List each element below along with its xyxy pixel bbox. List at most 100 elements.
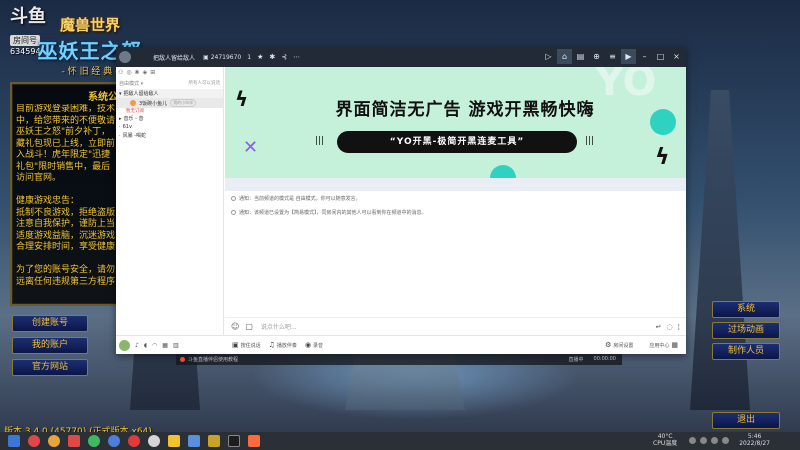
layout-icon[interactable]: ▦ — [162, 342, 168, 349]
channel-main-label: 把敌人留给敌人 — [123, 91, 159, 97]
banner-tagline: “YO开黑-极简开黑连麦工具” — [337, 131, 577, 153]
mic-icon[interactable]: ♪ — [135, 342, 139, 349]
app-icon-dark[interactable] — [228, 435, 240, 447]
client-titlebar[interactable]: 把敌人留给敌人 ▣ 24719670 1 ★ ✱ ⊰ ⋯ ▷ ⌂ ▤ ⊕ ≡ ▶… — [116, 47, 686, 67]
voice-client-window[interactable]: 把敌人留给敌人 ▣ 24719670 1 ★ ✱ ⊰ ⋯ ▷ ⌂ ▤ ⊕ ≡ ▶… — [116, 47, 686, 354]
folder-icon[interactable] — [168, 435, 180, 447]
channel-main[interactable]: ▾ 把敌人留给敌人 — [116, 89, 223, 98]
user-avatar — [130, 100, 136, 106]
ice-tower-right — [690, 90, 750, 410]
accompaniment-toggle[interactable]: ♫ 播放伴奏 — [269, 341, 297, 349]
volume-icon[interactable] — [711, 436, 719, 444]
channel-4[interactable]: · 风暴 -喝蛇 — [116, 131, 223, 140]
self-avatar[interactable] — [119, 339, 130, 351]
channel-3[interactable]: · 61v — [116, 123, 223, 131]
pin-icon[interactable]: ¦ — [678, 323, 680, 331]
user-icon[interactable]: ⚇ — [118, 69, 123, 76]
announcement-panel[interactable]: 系统公 目前游戏登录困难，技术 中，给您带来的不便敬请 巫妖王之怒"前夕补丁， … — [10, 82, 122, 306]
status-timer: 00:00:00 — [593, 356, 616, 362]
chevron-up-icon[interactable] — [689, 436, 697, 444]
app-icon-white[interactable] — [148, 435, 160, 447]
gift-icon[interactable]: ❀ — [135, 69, 140, 76]
room-avatar[interactable] — [119, 51, 131, 63]
app-icon-douyu[interactable] — [68, 435, 80, 447]
my-account-button[interactable]: 我的账户 — [12, 337, 88, 354]
app-icon-orange2[interactable] — [248, 435, 260, 447]
music-icon: ♫ — [268, 341, 275, 349]
window-controls: ▷ ⌂ ▤ ⊕ ≡ ▶ – □ × — [541, 49, 684, 64]
status-left-text[interactable]: 斗鱼直播伴侣使用教程 — [188, 356, 238, 363]
client-room-id-group: ▣ 24719670 — [203, 54, 241, 61]
more-icon[interactable]: ⋯ — [293, 53, 300, 61]
app-icon-orange[interactable] — [48, 435, 60, 447]
system-message: 通知：当前频道的模式是 自由模式，你可以随意发言。 — [225, 191, 686, 205]
credits-button[interactable]: 制作人员 — [712, 343, 780, 360]
listen-label: 播放伴奏 — [276, 342, 297, 349]
ime-icon[interactable] — [722, 436, 730, 444]
mode-hint: 所有人可以说话 — [188, 81, 221, 86]
app-icon-blue[interactable] — [108, 435, 120, 447]
record-label: 录音 — [313, 342, 324, 349]
system-button[interactable]: 系统 — [712, 301, 780, 318]
apply-label: 应用中心 — [649, 342, 670, 349]
taskbar: 40°C CPU温度 5:46 2022/8/27 — [0, 432, 800, 450]
cinematics-button[interactable]: 过场动画 — [712, 322, 780, 339]
promo-banner[interactable]: YO ϟ ϟ ✕ 界面简洁无广告 游戏开黑畅快嗨 ||| “YO开黑-极简开黑连… — [225, 67, 686, 178]
app-icon-chrome[interactable] — [128, 435, 140, 447]
tag-icon[interactable]: ◈ — [143, 69, 148, 76]
enter-icon[interactable]: ↵ — [656, 323, 662, 331]
member-count: 1 — [247, 53, 252, 61]
create-account-button[interactable]: 创建账号 — [12, 315, 88, 332]
channel-user-row[interactable]: 3饭碗小鱼儿 我的小伙伴 — [116, 98, 223, 108]
lightning-icon: ϟ — [235, 87, 249, 111]
room-settings-button[interactable]: ⚙ 房间设置 — [605, 341, 633, 349]
app-icon-green[interactable] — [88, 435, 100, 447]
room-tools-icon[interactable]: ⊞ — [150, 69, 155, 76]
bullet-icon: · — [119, 132, 121, 139]
app-icon-red[interactable] — [28, 435, 40, 447]
network-icon[interactable] — [700, 436, 708, 444]
speaker-icon[interactable]: ◖ — [144, 342, 147, 349]
video-icon[interactable]: ▷ — [541, 49, 556, 64]
client-room-id: 24719670 — [210, 53, 242, 61]
bubble-icon[interactable]: ◌ — [667, 323, 673, 331]
mode-label: 自由模式 — [119, 81, 140, 87]
quit-button[interactable]: 退出 — [712, 412, 780, 429]
chat-icon[interactable]: ◎ — [126, 69, 131, 76]
mode-label-row[interactable]: 自由模式 ▾ 所有人可以说话 — [116, 78, 223, 89]
official-site-button[interactable]: 官方网站 — [12, 359, 88, 376]
app-icon-blue2[interactable] — [188, 435, 200, 447]
start-icon[interactable] — [8, 435, 20, 447]
mini-mode-icon[interactable]: ▶ — [621, 49, 636, 64]
wow-taskbar-icon[interactable] — [208, 435, 220, 447]
menu-icon[interactable]: ≡ — [605, 49, 620, 64]
message-composer[interactable]: ☺ ▢ 说点什么吧... ↵ ◌ ¦ — [225, 317, 686, 335]
share-icon[interactable]: ⊰ — [281, 53, 287, 61]
message-input[interactable]: 说点什么吧... — [261, 322, 297, 331]
home-icon[interactable]: ⌂ — [557, 49, 572, 64]
star-icon[interactable]: ★ — [257, 53, 263, 61]
minimize-icon[interactable]: – — [637, 49, 652, 64]
settings-icon[interactable]: ✱ — [269, 53, 275, 61]
mic-toggle[interactable]: ▣ 按住说话 — [232, 341, 261, 349]
info-icon — [231, 209, 236, 215]
announcement-title: 系统公 — [88, 92, 118, 103]
maximize-icon[interactable]: □ — [653, 49, 668, 64]
clock-date: 2022/8/27 — [739, 440, 770, 447]
emoji-icon[interactable]: ☺ — [231, 322, 239, 331]
close-icon[interactable]: × — [669, 49, 684, 64]
image-icon[interactable]: ▢ — [245, 322, 253, 331]
user-tag: 我的小伙伴 — [170, 99, 197, 107]
record-toggle[interactable]: ◉ 录音 — [305, 341, 323, 349]
cpu-temp-widget[interactable]: 40°C CPU温度 — [653, 433, 677, 447]
chart-icon[interactable]: ▥ — [173, 342, 179, 349]
channel-2[interactable]: ▸ 音乐 - 音 — [116, 114, 223, 123]
collapse-icon: ▸ — [119, 115, 122, 122]
gamepad-icon[interactable]: ⊕ — [589, 49, 604, 64]
clock[interactable]: 5:46 2022/8/27 — [739, 433, 770, 447]
message-list: 通知：当前频道的模式是 自由模式，你可以随意发言。 通知：该频道已设置为【简易模… — [225, 191, 686, 317]
system-message-text: 通知：当前频道的模式是 自由模式，你可以随意发言。 — [239, 195, 361, 202]
app-center-button[interactable]: 应用中心 ▦ — [649, 341, 678, 349]
headset-icon[interactable]: ◠ — [152, 342, 157, 349]
list-icon[interactable]: ▤ — [573, 49, 588, 64]
